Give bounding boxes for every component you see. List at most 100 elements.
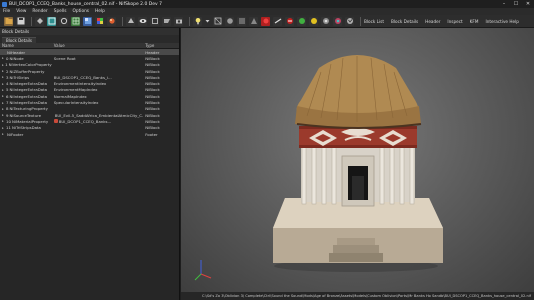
colors-icon[interactable] <box>95 16 104 26</box>
table-row[interactable]: ▸ NiFooter Footer <box>0 131 179 137</box>
expand-arrow-icon[interactable]: ▸ <box>2 132 6 136</box>
eye-icon[interactable] <box>138 16 147 26</box>
row-name: NiTriStripsData <box>11 125 41 131</box>
load-icon[interactable] <box>4 16 13 26</box>
furniture-icon[interactable] <box>309 16 318 26</box>
row-name: NiIntegerExtraData <box>9 81 48 87</box>
row-index: 8 <box>6 106 9 112</box>
close-button[interactable]: ✕ <box>522 0 534 8</box>
window-title: BUI_DCOP1_CCEQ_Banks_house_central_02.ni… <box>9 1 162 7</box>
row-value: Scene Root <box>53 55 76 61</box>
row-name: NiSourceTexture <box>9 112 42 118</box>
menu-bar: File View Render Spells Options Help <box>0 8 534 15</box>
side-view-icon[interactable] <box>162 16 171 26</box>
menu-spells[interactable]: Spells <box>54 9 67 14</box>
row-name: NiTriStrips <box>9 74 30 80</box>
collision-icon[interactable] <box>237 16 246 26</box>
row-index: 7 <box>6 100 9 106</box>
row-value: EnvironmentMapIndex <box>53 87 98 93</box>
row-index: 9 <box>6 112 9 118</box>
row-index: 6 <box>6 93 9 99</box>
status-bar: C:\Sd's Zo 3\Oblivion 3\ Complete\Ctrl\S… <box>181 292 534 300</box>
toolbar-header[interactable]: Header <box>425 19 440 24</box>
row-type: Footer <box>145 131 158 137</box>
title-bar: BUI_DCOP1_CCEQ_Banks_house_central_02.ni… <box>0 0 534 8</box>
row-index: 1 <box>5 62 8 68</box>
row-index: 3 <box>6 74 9 80</box>
top-view-icon[interactable] <box>126 16 135 26</box>
vertex-colors-icon[interactable] <box>333 16 342 26</box>
specular-icon[interactable] <box>345 16 354 26</box>
row-value: BUI_DSCOP1_CCEQ_Banks_i... <box>53 74 112 80</box>
front-view-icon[interactable] <box>150 16 159 26</box>
panel-title: Block Details <box>0 28 179 35</box>
row-value-cell <box>52 131 143 137</box>
row-name-cell: ▸ NiFooter <box>0 131 52 137</box>
row-name: NiIntegerExtraData <box>9 93 48 99</box>
row-value: BUI_DCOP1_CCEQ_Banks... <box>58 118 112 124</box>
column-header-value[interactable]: Value <box>52 43 143 48</box>
row-value: NormalMapIndex <box>53 93 87 99</box>
row-index: 4 <box>6 81 9 87</box>
menu-help[interactable]: Help <box>95 9 105 14</box>
panel-tabs: Block Details <box>0 35 179 43</box>
grid-icon[interactable] <box>71 16 80 26</box>
menu-view[interactable]: View <box>16 9 26 14</box>
column-header-name[interactable]: Name <box>0 43 52 48</box>
window-controls: – ☐ ✕ <box>498 0 534 8</box>
camera-icon[interactable] <box>174 16 183 26</box>
column-header-type[interactable]: Type <box>143 43 179 48</box>
file-path: C:\Sd's Zo 3\Oblivion 3\ Complete\Ctrl\S… <box>201 294 531 298</box>
constraints-icon[interactable] <box>285 16 294 26</box>
row-value: BUI_Evil-5_SaddAfrica_EmbientalAtmicCity… <box>54 112 144 118</box>
toolbar-interactive-help[interactable]: Interactive Help <box>485 19 518 24</box>
row-index: 5 <box>6 87 9 93</box>
render-viewport[interactable] <box>181 28 534 292</box>
row-name: NiIntegerExtraData <box>9 87 48 93</box>
block-details-panel: Block Details Block Details Name Value T… <box>0 28 180 300</box>
toolbar-separator <box>31 16 32 26</box>
app-icon <box>2 1 7 7</box>
toolbar-separator <box>122 16 123 26</box>
menu-render[interactable]: Render <box>32 9 47 14</box>
toolbar-block-details[interactable]: Block Details <box>391 19 418 24</box>
house-model <box>194 55 443 281</box>
nodes-icon[interactable] <box>261 16 270 26</box>
flat-shading-icon[interactable] <box>249 16 258 26</box>
texture-thumbnail-icon <box>53 119 58 124</box>
markers-icon[interactable] <box>297 16 306 26</box>
row-index: 0 <box>6 55 9 61</box>
axis-gizmo <box>194 260 212 281</box>
rotate-view-icon[interactable] <box>59 16 68 26</box>
wireframe-icon[interactable] <box>213 16 222 26</box>
row-index: 11 <box>6 125 11 131</box>
select-tool-icon[interactable] <box>47 16 56 26</box>
row-name: NiHeader <box>7 49 26 55</box>
maximize-button[interactable]: ☐ <box>510 0 522 8</box>
dropdown-arrow-icon[interactable] <box>205 16 210 26</box>
row-name: NiZBufferProperty <box>9 68 45 74</box>
toolbar-separator <box>189 16 190 26</box>
menu-file[interactable]: File <box>3 9 10 14</box>
havok-icon[interactable] <box>273 16 282 26</box>
row-value: SpecularIntensityIndex <box>53 100 99 106</box>
textures-icon[interactable] <box>83 16 92 26</box>
row-name: NiMaterialProperty <box>11 118 49 124</box>
toolbar-block-list[interactable]: Block List <box>364 19 384 24</box>
row-name: NiVertexColorProperty <box>8 62 52 68</box>
minimize-button[interactable]: – <box>498 0 510 8</box>
toolbar-kfm[interactable]: KFM <box>470 19 479 24</box>
row-name: NiTexturingProperty <box>9 106 48 112</box>
block-table-body: NiHeader Header ▸ 0 NiNode Scene Root NiBlock ▸… <box>0 49 179 137</box>
hidden-icon[interactable] <box>321 16 330 26</box>
save-icon[interactable] <box>16 16 25 26</box>
light-bulb-icon[interactable] <box>193 16 202 26</box>
menu-options[interactable]: Options <box>72 9 89 14</box>
skinning-icon[interactable] <box>225 16 234 26</box>
row-name: NiNode <box>9 55 24 61</box>
toolbar-inspect[interactable]: Inspect <box>447 19 462 24</box>
reset-view-icon[interactable] <box>35 16 44 26</box>
row-value: EnvironmentIntensityIndex <box>53 81 107 87</box>
lighting-icon[interactable] <box>107 16 116 26</box>
row-name: NiFooter <box>7 131 24 137</box>
